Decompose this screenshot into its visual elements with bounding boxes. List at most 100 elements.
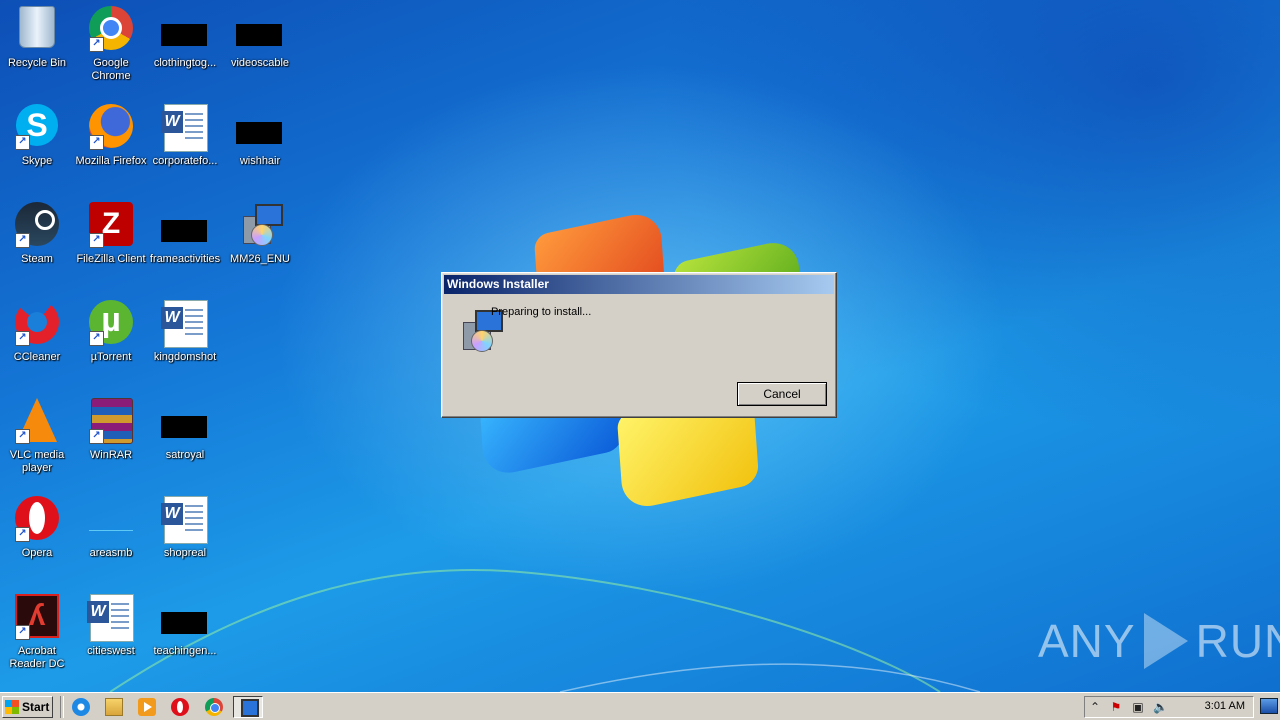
desktop-icon-teachingen[interactable]: teachingen... — [148, 588, 222, 658]
chevron-up-icon[interactable]: ⌃ — [1088, 700, 1102, 714]
desktop-icon-corporatefo[interactable]: W corporatefo... — [148, 98, 222, 168]
desktop-icon-firefox[interactable]: ↗ Mozilla Firefox — [74, 98, 148, 168]
shortcut-arrow-icon: ↗ — [89, 233, 104, 248]
desktop-icon-label: FileZilla Client — [76, 253, 146, 265]
desktop-icon-label: videoscable — [230, 57, 290, 69]
windows-flag-icon — [5, 700, 19, 714]
desktop-icon-label: Mozilla Firefox — [75, 155, 147, 167]
desktop: Recycle Bin S ↗ Skype ↗ Steam ↗ CCleaner … — [0, 0, 1280, 692]
redacted-file-icon — [236, 24, 282, 46]
desktop-icon-label: MM26_ENU — [230, 253, 290, 265]
desktop-icon-label: satroyal — [165, 449, 205, 461]
watermark-text-right: RUN — [1195, 615, 1280, 667]
desktop-icon-vlc[interactable]: ↗ VLC media player — [0, 392, 74, 475]
installer-package-icon — [459, 308, 503, 352]
desktop-icon-winrar[interactable]: ↗ WinRAR — [74, 392, 148, 462]
desktop-icon-label: kingdomshot — [153, 351, 217, 363]
opera-icon[interactable] — [171, 698, 189, 716]
desktop-icon-label: Acrobat Reader DC — [9, 645, 65, 670]
word-document-icon: W — [161, 104, 208, 152]
desktop-icon-citieswest[interactable]: W citieswest — [74, 588, 148, 658]
shortcut-arrow-icon: ↗ — [89, 429, 104, 444]
watermark-text-left: ANY — [1038, 615, 1136, 667]
shortcut-arrow-icon: ↗ — [15, 233, 30, 248]
shortcut-arrow-icon: ↗ — [15, 135, 30, 150]
internet-explorer-icon[interactable] — [72, 698, 90, 716]
network-icon[interactable]: ▣ — [1131, 700, 1145, 714]
chrome-icon[interactable] — [205, 698, 223, 716]
desktop-icon-ccleaner[interactable]: ↗ CCleaner — [0, 294, 74, 364]
shortcut-arrow-icon: ↗ — [89, 331, 104, 346]
desktop-icon-videoscable[interactable]: videoscable — [223, 0, 297, 70]
recycle-bin-icon — [19, 6, 55, 48]
desktop-icon-clothingtog[interactable]: clothingtog... — [148, 0, 222, 70]
desktop-icon-label: WinRAR — [89, 449, 133, 461]
shortcut-arrow-icon: ↗ — [89, 135, 104, 150]
shortcut-arrow-icon: ↗ — [15, 527, 30, 542]
desktop-icon-satroyal[interactable]: satroyal — [148, 392, 222, 462]
desktop-icon-label: Google Chrome — [91, 57, 131, 82]
start-button[interactable]: Start — [2, 696, 53, 718]
desktop-icon-filezilla[interactable]: Z ↗ FileZilla Client — [74, 196, 148, 266]
desktop-icon-mm26-enu[interactable]: MM26_ENU — [223, 196, 297, 266]
volume-icon[interactable]: 🔈 — [1153, 700, 1168, 714]
desktop-icon-skype[interactable]: S ↗ Skype — [0, 98, 74, 168]
taskbar: Start ⌃ ⚑ ▣ 🔈 3:01 AM — [0, 692, 1280, 720]
redacted-file-icon — [236, 122, 282, 144]
word-document-icon: W — [87, 594, 134, 642]
shortcut-arrow-icon: ↗ — [15, 429, 30, 444]
desktop-icon-label: frameactivities — [149, 253, 221, 265]
file-explorer-icon[interactable] — [105, 698, 123, 716]
play-triangle-icon — [1143, 613, 1188, 669]
desktop-icon-label: Opera — [21, 547, 53, 559]
redacted-file-icon — [161, 416, 207, 438]
redacted-file-icon — [161, 220, 207, 242]
redacted-file-icon — [161, 612, 207, 634]
desktop-icon-label: VLC media player — [9, 449, 65, 474]
desktop-icon-label: citieswest — [87, 645, 135, 657]
start-label: Start — [22, 700, 50, 714]
desktop-icon-label: clothingtog... — [153, 57, 217, 69]
clock[interactable]: 3:01 AM — [1205, 700, 1245, 712]
desktop-icon-frameactivities[interactable]: frameactivities — [148, 196, 222, 266]
desktop-icon-shopreal[interactable]: W shopreal — [148, 490, 222, 560]
action-center-warning-icon[interactable]: ⚑ — [1109, 700, 1123, 714]
dialog-title-bar[interactable]: Windows Installer — [444, 275, 834, 294]
installer-package-icon — [241, 699, 259, 717]
dialog-message: Preparing to install... — [491, 306, 592, 318]
desktop-icon-recycle-bin[interactable]: Recycle Bin — [0, 0, 74, 70]
desktop-icon-label: µTorrent — [90, 351, 132, 363]
desktop-icon-label: areasmb — [89, 547, 133, 559]
desktop-icon-chrome[interactable]: ↗ Google Chrome — [74, 0, 148, 83]
desktop-icon-wishhair[interactable]: wishhair — [223, 98, 297, 168]
desktop-icon-label: teachingen... — [153, 645, 217, 657]
desktop-icon-acrobat[interactable]: ʎ ↗ Acrobat Reader DC — [0, 588, 74, 671]
desktop-icon-opera[interactable]: ↗ Opera — [0, 490, 74, 560]
media-player-icon[interactable] — [138, 698, 156, 716]
desktop-icon-label: Skype — [21, 155, 53, 167]
cancel-button[interactable]: Cancel — [737, 382, 827, 406]
system-tray: ⌃ ⚑ ▣ 🔈 3:01 AM — [1084, 696, 1254, 718]
desktop-icon-label: Recycle Bin — [7, 57, 67, 69]
redacted-file-icon — [161, 24, 207, 46]
desktop-icon-label: CCleaner — [13, 351, 61, 363]
shortcut-arrow-icon: ↗ — [15, 331, 30, 346]
word-document-icon: W — [161, 300, 208, 348]
shortcut-arrow-icon: ↗ — [89, 37, 104, 52]
desktop-icon-steam[interactable]: ↗ Steam — [0, 196, 74, 266]
shortcut-arrow-icon: ↗ — [15, 625, 30, 640]
show-desktop-icon[interactable] — [1260, 698, 1278, 714]
windows-installer-dialog: Windows Installer Preparing to install..… — [441, 272, 837, 418]
desktop-icon-label: shopreal — [163, 547, 207, 559]
desktop-icon-label: wishhair — [239, 155, 281, 167]
anyrun-watermark: ANY RUN — [1038, 606, 1280, 676]
taskbar-separator — [60, 696, 64, 718]
desktop-icon-areasmb[interactable]: areasmb — [74, 490, 148, 560]
desktop-icon-label: corporatefo... — [152, 155, 218, 167]
word-document-icon: W — [161, 496, 208, 544]
taskbar-item-windows-installer[interactable] — [233, 696, 263, 718]
desktop-icon-utorrent[interactable]: µ ↗ µTorrent — [74, 294, 148, 364]
desktop-icon-kingdomshot[interactable]: W kingdomshot — [148, 294, 222, 364]
installer-package-icon — [239, 202, 283, 246]
blank-file-icon — [89, 530, 133, 531]
